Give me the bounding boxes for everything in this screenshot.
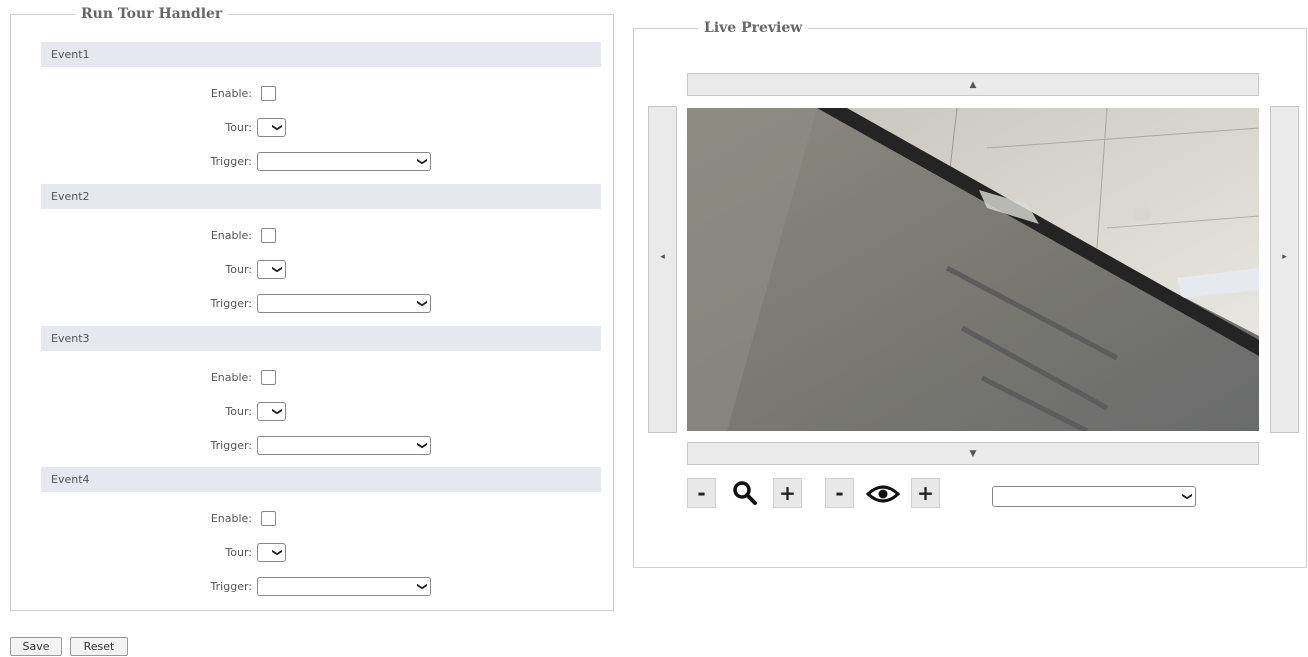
enable-checkbox-3[interactable] bbox=[261, 370, 276, 385]
trigger-select-4[interactable]: ❯ bbox=[257, 577, 431, 596]
chevron-down-icon: ❯ bbox=[271, 548, 283, 557]
eye-icon bbox=[866, 485, 900, 503]
run-tour-handler-title: Run Tour Handler bbox=[81, 6, 223, 22]
chevron-down-icon: ❯ bbox=[271, 407, 283, 416]
pan-right-button[interactable]: ▸ bbox=[1270, 106, 1299, 433]
live-preview-title: Live Preview bbox=[704, 20, 803, 36]
caret-down-icon: ▼ bbox=[969, 449, 977, 459]
chevron-down-icon: ❯ bbox=[271, 265, 283, 274]
trigger-label-1: Trigger: bbox=[210, 155, 252, 168]
enable-label-1: Enable: bbox=[210, 87, 252, 100]
reset-button[interactable]: Reset bbox=[70, 637, 128, 656]
trigger-label-4: Trigger: bbox=[210, 580, 252, 593]
live-video-feed[interactable] bbox=[687, 108, 1259, 431]
enable-label-3: Enable: bbox=[210, 371, 252, 384]
enable-label-4: Enable: bbox=[210, 512, 252, 525]
save-button[interactable]: Save bbox=[10, 637, 62, 656]
pan-left-button[interactable]: ◂ bbox=[648, 106, 677, 433]
tour-select-2[interactable]: ❯ bbox=[257, 260, 286, 279]
video-frame-image bbox=[687, 108, 1259, 431]
chevron-down-icon: ❯ bbox=[1181, 492, 1193, 501]
tour-label-1: Tour: bbox=[225, 121, 252, 134]
trigger-select-3[interactable]: ❯ bbox=[257, 436, 431, 455]
trigger-label-2: Trigger: bbox=[210, 297, 252, 310]
event-header-1: Event1 bbox=[41, 42, 601, 67]
event-header-4: Event4 bbox=[41, 467, 601, 492]
chevron-down-icon: ❯ bbox=[416, 299, 428, 308]
zoom-in-button[interactable]: + bbox=[773, 478, 802, 508]
chevron-down-icon: ❯ bbox=[416, 441, 428, 450]
chevron-down-icon: ❯ bbox=[416, 582, 428, 591]
pan-up-button[interactable]: ▲ bbox=[687, 73, 1259, 96]
chevron-down-icon: ❯ bbox=[271, 123, 283, 132]
magnifier-icon bbox=[733, 481, 757, 505]
zoom-out-button[interactable]: - bbox=[687, 478, 716, 508]
tour-select-4[interactable]: ❯ bbox=[257, 543, 286, 562]
tour-label-2: Tour: bbox=[225, 263, 252, 276]
pan-down-button[interactable]: ▼ bbox=[687, 442, 1259, 465]
tour-select-1[interactable]: ❯ bbox=[257, 118, 286, 137]
enable-checkbox-1[interactable] bbox=[261, 86, 276, 101]
tour-select-3[interactable]: ❯ bbox=[257, 402, 286, 421]
tour-label-3: Tour: bbox=[225, 405, 252, 418]
enable-checkbox-4[interactable] bbox=[261, 511, 276, 526]
focus-minus-button[interactable]: - bbox=[825, 478, 854, 508]
tour-label-4: Tour: bbox=[225, 546, 252, 559]
enable-checkbox-2[interactable] bbox=[261, 228, 276, 243]
trigger-label-3: Trigger: bbox=[210, 439, 252, 452]
caret-up-icon: ▲ bbox=[969, 80, 977, 90]
caret-right-icon: ▸ bbox=[1282, 252, 1287, 262]
preset-select[interactable]: ❯ bbox=[992, 486, 1196, 507]
enable-label-2: Enable: bbox=[210, 229, 252, 242]
trigger-select-1[interactable]: ❯ bbox=[257, 152, 431, 171]
caret-left-icon: ◂ bbox=[660, 252, 665, 262]
trigger-select-2[interactable]: ❯ bbox=[257, 294, 431, 313]
event-header-3: Event3 bbox=[41, 326, 601, 351]
event-header-2: Event2 bbox=[41, 184, 601, 209]
focus-plus-button[interactable]: + bbox=[911, 478, 940, 508]
chevron-down-icon: ❯ bbox=[416, 157, 428, 166]
